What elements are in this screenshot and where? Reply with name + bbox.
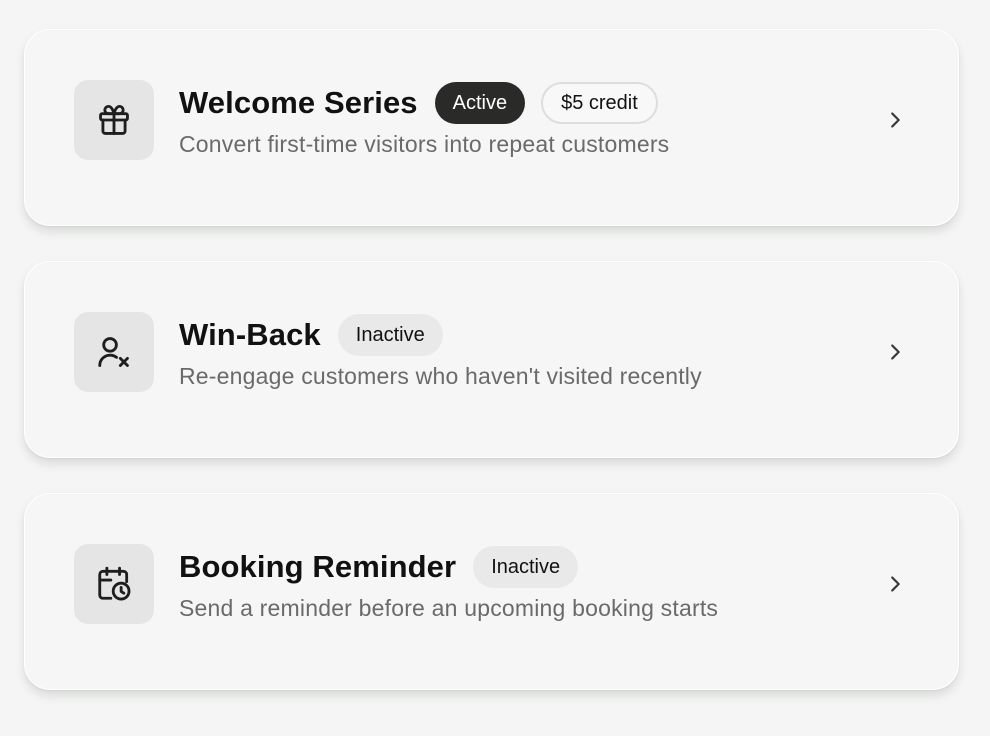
status-badge: Inactive (337, 314, 443, 356)
automation-title: Win-Back (179, 317, 321, 352)
automation-title: Booking Reminder (179, 549, 457, 584)
chevron-right-icon (891, 344, 900, 360)
automation-list: Welcome Series Active $5 credit Convert … (0, 0, 990, 736)
automation-card-win-back[interactable]: Win-Back Inactive Re-engage customers wh… (24, 261, 959, 458)
calendar-clock-icon (98, 566, 131, 601)
status-badge: Active (434, 82, 526, 124)
automation-icon-tile (74, 312, 154, 392)
gift-icon (99, 104, 129, 135)
automation-description: Re-engage customers who haven't visited … (179, 363, 702, 389)
automation-icon-tile (74, 80, 154, 160)
automation-description: Convert first-time visitors into repeat … (179, 131, 670, 157)
chevron-right-icon (891, 112, 900, 128)
chevron-right-icon (891, 576, 900, 592)
automation-description: Send a reminder before an upcoming booki… (179, 595, 719, 621)
card-title-row: Welcome Series Active $5 credit (179, 82, 658, 124)
reward-badge: $5 credit (541, 82, 658, 124)
user-x-icon (98, 337, 129, 367)
status-badge: Inactive (473, 546, 579, 588)
card-title-row: Booking Reminder Inactive (179, 546, 579, 588)
automation-card-welcome-series[interactable]: Welcome Series Active $5 credit Convert … (24, 29, 959, 226)
automation-title: Welcome Series (179, 85, 418, 120)
card-title-row: Win-Back Inactive (179, 314, 443, 356)
automation-icon-tile (74, 544, 154, 624)
automation-card-booking-reminder[interactable]: Booking Reminder Inactive Send a reminde… (24, 493, 959, 690)
